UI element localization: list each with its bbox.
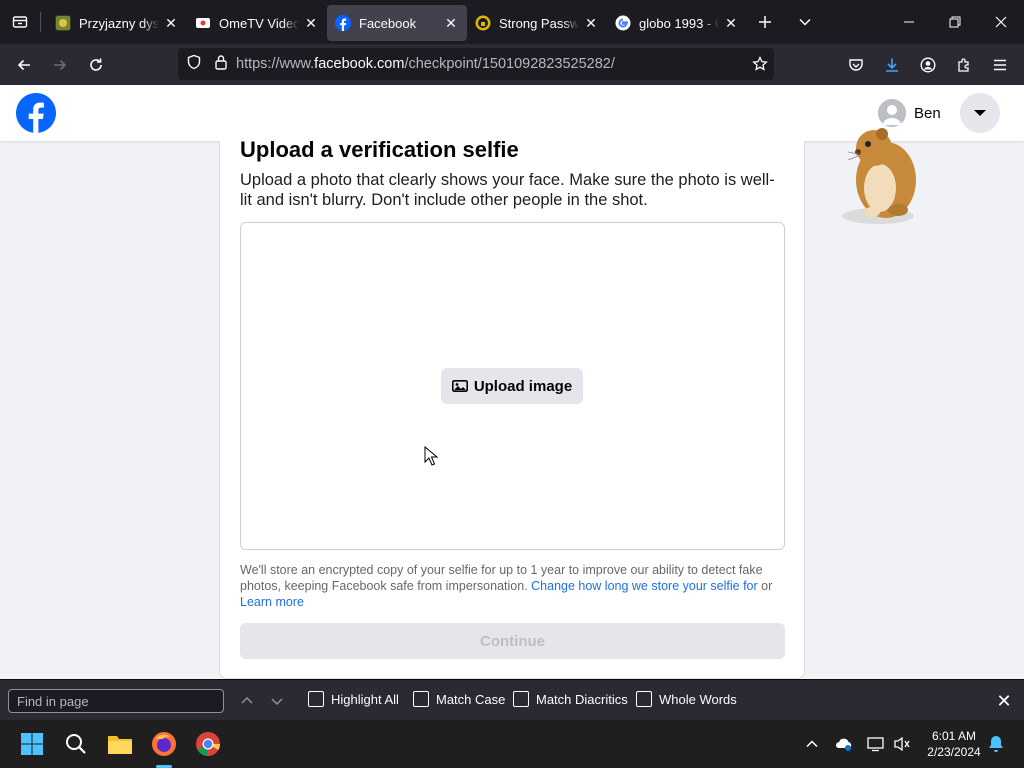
- match-case-checkbox[interactable]: Match Case: [413, 691, 505, 707]
- tab-strip: Przyjazny dysk internetowy ✕ OmeTV Video…: [0, 0, 1024, 44]
- option-label: Whole Words: [659, 691, 737, 707]
- tab-facebook[interactable]: Facebook ✕: [327, 5, 467, 41]
- close-tab-icon[interactable]: ✕: [723, 15, 739, 31]
- lock-icon[interactable]: [214, 54, 228, 75]
- extensions-icon[interactable]: [946, 49, 982, 81]
- reload-button[interactable]: [78, 49, 114, 81]
- address-bar[interactable]: https://www.facebook.com/checkpoint/1501…: [178, 48, 774, 80]
- facebook-favicon-icon: [335, 15, 351, 31]
- navigation-toolbar: https://www.facebook.com/checkpoint/1501…: [0, 44, 1024, 85]
- storage-notice: We'll store an encrypted copy of your se…: [240, 562, 785, 610]
- continue-button[interactable]: Continue: [240, 623, 785, 659]
- hamster-sticker-image: [838, 118, 928, 226]
- learn-more-link[interactable]: Learn more: [240, 595, 304, 609]
- new-tab-button[interactable]: [747, 4, 783, 40]
- close-tab-icon[interactable]: ✕: [443, 15, 459, 31]
- tab-title: Facebook: [359, 15, 417, 31]
- notice-or: or: [757, 579, 773, 593]
- checkbox-icon[interactable]: [413, 691, 429, 707]
- change-storage-link[interactable]: Change how long we store your selfie for: [531, 579, 758, 593]
- tab-google-search[interactable]: globo 1993 - Google Search ✕: [607, 5, 747, 41]
- tab-title: OmeTV Video Chat: [219, 15, 299, 31]
- bookmark-star-icon[interactable]: [752, 55, 768, 77]
- tab-strong-password[interactable]: Strong Password Generator ✕: [467, 5, 607, 41]
- url-path: /checkpoint/1501092823525282/: [404, 56, 615, 72]
- account-menu-button[interactable]: [960, 93, 1000, 133]
- url-text[interactable]: https://www.facebook.com/checkpoint/1501…: [236, 56, 615, 72]
- back-button[interactable]: [6, 49, 42, 81]
- show-hidden-icons-chevron-icon[interactable]: [800, 732, 824, 756]
- option-label: Highlight All: [331, 691, 399, 707]
- network-icon[interactable]: [864, 732, 888, 756]
- close-tab-icon[interactable]: ✕: [583, 15, 599, 31]
- verification-card: Upload a verification selfie Upload a ph…: [219, 137, 805, 679]
- pocket-icon[interactable]: [838, 49, 874, 81]
- close-tab-icon[interactable]: ✕: [303, 15, 319, 31]
- account-icon[interactable]: [910, 49, 946, 81]
- upload-image-button[interactable]: Upload image: [441, 368, 583, 404]
- tab-title: globo 1993 - Google Search: [639, 15, 719, 31]
- find-in-page-input[interactable]: Find in page: [8, 689, 224, 713]
- folder-favicon-icon: [55, 15, 71, 31]
- option-label: Match Case: [436, 691, 506, 707]
- windows-start-icon[interactable]: [16, 728, 48, 760]
- facebook-logo-icon[interactable]: [16, 93, 56, 133]
- clock-date: 2/23/2024: [927, 745, 981, 759]
- tab-list-icon[interactable]: [0, 0, 40, 44]
- minimize-button[interactable]: [886, 0, 932, 44]
- url-domain: facebook.com: [314, 56, 405, 72]
- highlight-all-checkbox[interactable]: Highlight All: [308, 691, 399, 707]
- page-description: Upload a photo that clearly shows your f…: [240, 171, 775, 209]
- upload-image-label: Upload image: [473, 377, 573, 395]
- page-title: Upload a verification selfie: [240, 137, 519, 162]
- caret-down-icon: [974, 110, 986, 116]
- search-icon[interactable]: [60, 728, 92, 760]
- whole-words-checkbox[interactable]: Whole Words: [636, 691, 737, 707]
- tab-title: Przyjazny dysk internetowy: [79, 15, 159, 31]
- clock-time: 6:01 AM: [931, 729, 977, 743]
- windows-taskbar: 6:01 AM 2/23/2024: [0, 720, 1024, 768]
- checkbox-icon[interactable]: [308, 691, 324, 707]
- mouse-cursor-icon: [424, 445, 439, 471]
- find-next-button[interactable]: [265, 689, 289, 713]
- checkbox-icon[interactable]: [513, 691, 529, 707]
- restore-button[interactable]: [932, 0, 978, 44]
- find-bar: Find in page Highlight All Match Case Ma…: [0, 679, 1024, 720]
- downloads-icon[interactable]: [874, 49, 910, 81]
- menu-icon[interactable]: [982, 49, 1018, 81]
- ometv-favicon-icon: [195, 15, 211, 31]
- tab-ometv[interactable]: OmeTV Video Chat ✕: [187, 5, 327, 41]
- url-scheme: https://www.: [236, 56, 315, 72]
- close-find-bar-icon[interactable]: ✕: [992, 689, 1016, 713]
- tab-title: Strong Password Generator: [499, 15, 579, 31]
- close-tab-icon[interactable]: ✕: [163, 15, 179, 31]
- match-diacritics-checkbox[interactable]: Match Diacritics: [513, 691, 628, 707]
- tab-separator: [40, 12, 41, 32]
- firefox-icon[interactable]: [148, 728, 180, 760]
- notification-bell-icon[interactable]: [984, 732, 1008, 756]
- close-window-button[interactable]: [978, 0, 1024, 44]
- taskbar-clock[interactable]: 6:01 AM 2/23/2024: [918, 728, 990, 760]
- image-icon: [451, 379, 468, 392]
- volume-muted-icon[interactable]: [890, 732, 914, 756]
- list-all-tabs-button[interactable]: [787, 4, 823, 40]
- find-previous-button[interactable]: [235, 689, 259, 713]
- onedrive-icon[interactable]: [832, 732, 856, 756]
- selfie-upload-area[interactable]: Upload image: [240, 222, 785, 550]
- file-explorer-icon[interactable]: [104, 728, 136, 760]
- checkbox-icon[interactable]: [636, 691, 652, 707]
- google-favicon-icon: [615, 15, 631, 31]
- option-label: Match Diacritics: [536, 691, 628, 707]
- forward-button[interactable]: [42, 49, 78, 81]
- lock-favicon-icon: [475, 15, 491, 31]
- chrome-icon[interactable]: [192, 728, 224, 760]
- tracking-protection-shield-icon[interactable]: [186, 54, 202, 75]
- tab-przyjazny-dysk[interactable]: Przyjazny dysk internetowy ✕: [47, 5, 187, 41]
